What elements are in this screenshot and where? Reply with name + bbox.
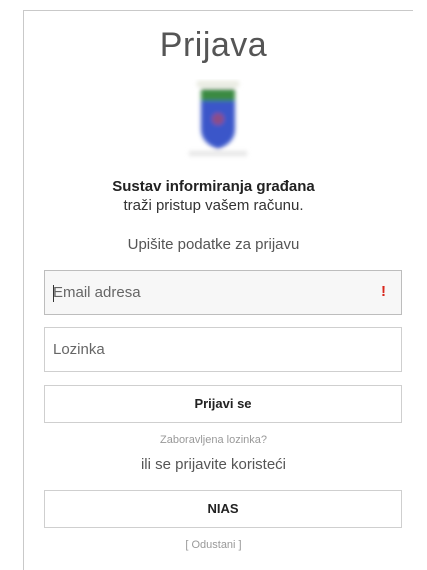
login-instruction: Upišite podatke za prijavu	[127, 236, 300, 253]
email-input[interactable]	[45, 271, 401, 314]
alternative-login-text: ili se prijavite koristeći	[140, 456, 287, 473]
required-marker-icon: !	[381, 283, 386, 300]
cancel-link[interactable]: [ Odustani ]	[0, 539, 427, 551]
login-button[interactable]: Prijavi se	[44, 385, 402, 423]
client-name: Sustav informiranja građana	[112, 178, 315, 195]
coat-of-arms-icon	[183, 79, 253, 163]
password-input[interactable]	[45, 328, 401, 371]
password-field[interactable]	[44, 327, 402, 372]
nias-login-button[interactable]: NIAS	[44, 490, 402, 528]
text-cursor	[53, 285, 54, 302]
email-field[interactable]: !	[44, 270, 402, 315]
page-title: Prijava	[159, 26, 268, 64]
client-request-text: traži pristup vašem računu.	[123, 197, 304, 214]
forgot-password-link[interactable]: Zaboravljena lozinka?	[0, 434, 427, 446]
